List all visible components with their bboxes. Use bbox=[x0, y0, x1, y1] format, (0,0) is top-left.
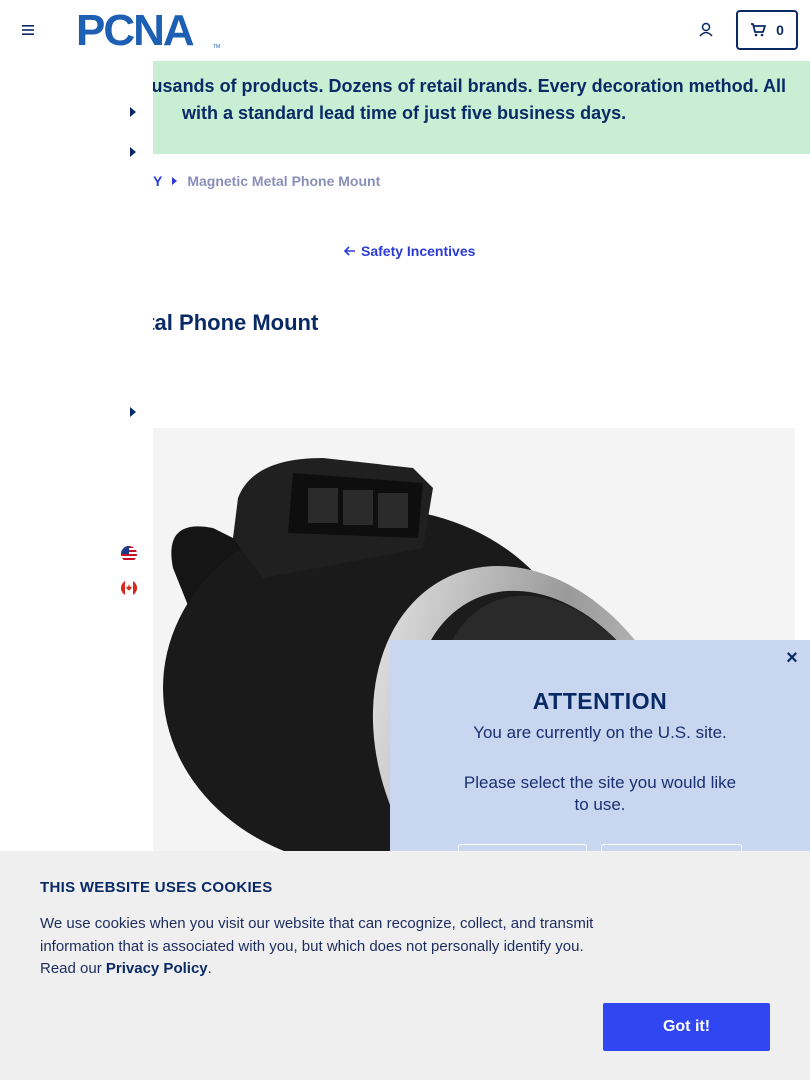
logo-text: PCNA bbox=[76, 10, 194, 50]
caret-right-icon[interactable] bbox=[130, 147, 136, 157]
breadcrumb: Y Magnetic Metal Phone Mount bbox=[153, 172, 380, 190]
promo-line-1: usands of products. Dozens of retail bra… bbox=[153, 76, 786, 96]
back-link[interactable]: Safety Incentives bbox=[344, 243, 475, 259]
accept-cookies-button[interactable]: Got it! bbox=[603, 1003, 770, 1051]
hamburger-icon[interactable] bbox=[18, 20, 38, 40]
modal-question: Please select the site you would like to… bbox=[463, 773, 737, 814]
cart-button[interactable]: 0 bbox=[736, 10, 798, 50]
privacy-policy-link[interactable]: Privacy Policy bbox=[106, 960, 208, 977]
arrow-left-icon bbox=[344, 246, 355, 256]
modal-title: ATTENTION bbox=[532, 688, 668, 714]
breadcrumb-link[interactable]: Y bbox=[153, 173, 162, 189]
site-header: PCNA TM 0 bbox=[0, 0, 810, 61]
logo-trademark: TM bbox=[213, 44, 220, 50]
cookie-banner: THIS WEBSITE USES COOKIES We use cookies… bbox=[0, 851, 810, 1080]
canada-flag-icon[interactable] bbox=[121, 580, 137, 596]
modal-current-site: You are currently on the U.S. site. bbox=[473, 723, 727, 742]
promo-banner: usands of products. Dozens of retail bra… bbox=[153, 61, 810, 154]
cookie-text-end: . bbox=[207, 960, 212, 977]
close-icon[interactable]: × bbox=[784, 648, 800, 668]
caret-right-icon[interactable] bbox=[130, 407, 136, 417]
promo-line-2: with a standard lead time of just five b… bbox=[182, 103, 627, 123]
caret-right-icon bbox=[172, 177, 178, 185]
pcna-logo[interactable]: PCNA TM bbox=[76, 6, 224, 55]
cart-count: 0 bbox=[776, 22, 784, 38]
account-icon[interactable] bbox=[696, 20, 716, 40]
caret-right-icon[interactable] bbox=[130, 107, 136, 117]
product-title: etal Phone Mount bbox=[135, 310, 319, 335]
us-flag-icon[interactable] bbox=[121, 546, 137, 562]
back-link-label: Safety Incentives bbox=[361, 243, 476, 259]
breadcrumb-current: Magnetic Metal Phone Mount bbox=[187, 173, 381, 189]
cart-icon bbox=[751, 23, 766, 37]
cookie-text: We use cookies when you visit our websit… bbox=[40, 913, 610, 981]
cookie-title: THIS WEBSITE USES COOKIES bbox=[40, 879, 273, 896]
